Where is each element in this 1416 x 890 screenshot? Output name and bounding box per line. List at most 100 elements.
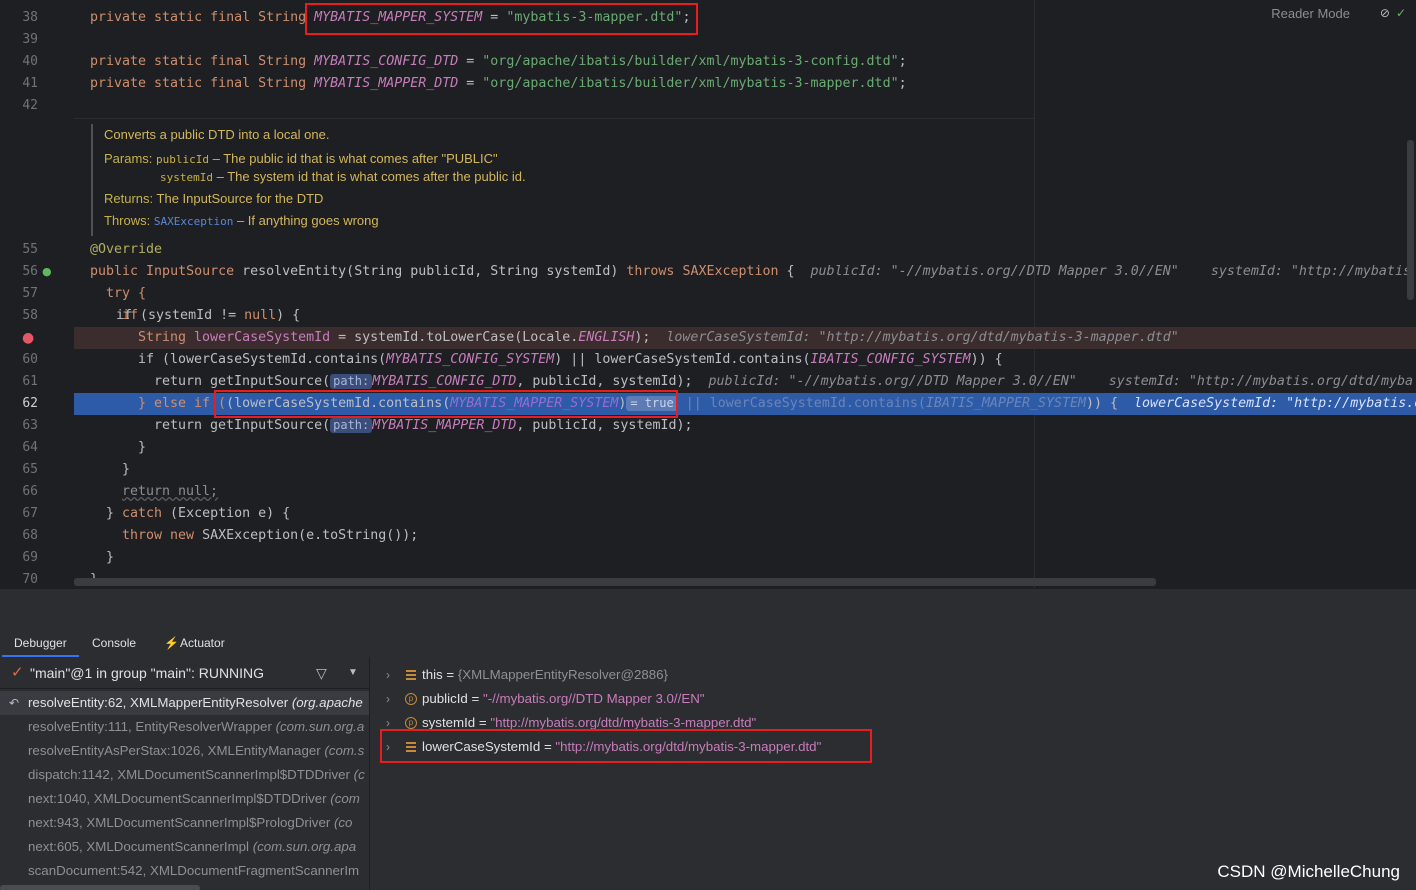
code-field-dimmed: IBATIS_MAPPER_SYSTEM <box>925 396 1086 411</box>
vertical-scrollbar[interactable] <box>1407 140 1414 300</box>
stack-frame[interactable]: next:1040, XMLDocumentScannerImpl$DTDDri… <box>0 787 369 811</box>
code-line-38[interactable]: private static final String MYBATIS_MAPP… <box>74 7 1416 29</box>
chevron-down-icon[interactable]: ▼ <box>348 657 358 689</box>
code-text: if (lowerCaseSystemId.contains( <box>138 352 387 367</box>
code-line-56[interactable]: public InputSource resolveEntity(String … <box>74 261 1416 283</box>
frame-package: (com.s <box>324 743 365 758</box>
tab-actuator[interactable]: ⚡ Actuator <box>164 629 237 657</box>
code-field: IBATIS_CONFIG_SYSTEM <box>810 352 971 367</box>
field-icon <box>405 669 417 681</box>
code-keyword: private static final String <box>90 54 315 69</box>
code-type: String <box>138 330 195 345</box>
chevron-right-icon[interactable]: › <box>386 663 390 687</box>
parameter-hint: path: <box>330 418 373 433</box>
code-line-65[interactable]: } <box>74 459 1416 481</box>
code-line-64[interactable]: } <box>74 437 1416 459</box>
tab-console[interactable]: Console <box>80 629 148 657</box>
horizontal-scrollbar[interactable] <box>74 578 1156 586</box>
line-number: 66 <box>22 484 38 499</box>
tab-debugger[interactable]: Debugger <box>2 629 79 657</box>
code-text: SAXException(e.toString()); <box>194 528 419 543</box>
code-line-60[interactable]: if (lowerCaseSystemId.contains(MYBATIS_C… <box>74 349 1416 371</box>
code-text: ) <box>618 396 627 411</box>
line-number: 38 <box>22 10 38 25</box>
frame-package: (org.apache <box>291 695 363 710</box>
frame-package: (c <box>353 767 365 782</box>
frame-method: scanDocument:542, XMLDocumentFragmentSca… <box>28 863 360 878</box>
code-line-41[interactable]: private static final String MYBATIS_MAPP… <box>74 73 1416 95</box>
chevron-right-icon[interactable]: › <box>386 711 390 735</box>
code-line-63[interactable]: return getInputSource(path: MYBATIS_MAPPE… <box>74 415 1416 437</box>
code-line-62-execution-point[interactable]: } else if ((lowerCaseSystemId.contains(M… <box>74 393 1416 415</box>
variables-panel[interactable]: › this = {XMLMapperEntityResolver@2886} ›… <box>371 657 1416 890</box>
code-line-67[interactable]: } catch (Exception e) { <box>74 503 1416 525</box>
thread-selector[interactable]: ✓ "main"@1 in group "main": RUNNING ▽ ▼ <box>0 657 369 689</box>
debug-tabs: Debugger Console ⚡ Actuator <box>0 629 1416 657</box>
override-gutter-icon[interactable]: ● <box>42 261 52 283</box>
line-number: 39 <box>22 32 38 47</box>
code-text: ) { <box>276 308 301 323</box>
parameter-icon: p <box>405 717 417 729</box>
field-icon <box>405 741 417 753</box>
line-number: 58 <box>22 308 38 323</box>
code-line-68[interactable]: throw new SAXException(e.toString()); <box>74 525 1416 547</box>
frame-method: next:1040, XMLDocumentScannerImpl$DTDDri… <box>28 791 331 806</box>
code-text: } <box>106 506 123 521</box>
stack-frame-selected[interactable]: ↶ resolveEntity:62, XMLMapperEntityResolv… <box>0 691 369 715</box>
line-number: 60 <box>22 352 38 367</box>
frame-package: (co <box>333 815 353 830</box>
line-number: 41 <box>22 76 38 91</box>
line-number: 40 <box>22 54 38 69</box>
stack-frame[interactable]: resolveEntityAsPerStax:1026, XMLEntityMa… <box>0 739 369 763</box>
line-number-current: 62 <box>22 396 38 411</box>
stack-frame[interactable]: next:943, XMLDocumentScannerImpl$PrologD… <box>0 811 369 835</box>
code-line-55[interactable]: @Override <box>74 239 1416 261</box>
stack-frame[interactable]: dispatch:1142, XMLDocumentScannerImpl$DT… <box>0 763 369 787</box>
stack-frame[interactable]: scanDocument:542, XMLDocumentFragmentSca… <box>0 859 369 883</box>
line-number: 56 <box>22 264 38 279</box>
doc-summary: Converts a public DTD into a local one. <box>104 127 330 142</box>
line-gutter[interactable]: 38 39 40 41 42 55 56 ● 57 58 ● 60 61 62 … <box>0 0 72 588</box>
doc-param-desc: – The public id that is what comes after… <box>209 151 498 166</box>
doc-throws-desc: – If anything goes wrong <box>233 213 379 228</box>
line-number: 69 <box>22 550 38 565</box>
check-icon: ✓ <box>11 664 24 681</box>
doc-returns-label: Returns: <box>104 191 154 206</box>
code-line-69[interactable]: } <box>74 547 1416 569</box>
frames-panel[interactable]: ✓ "main"@1 in group "main": RUNNING ▽ ▼ … <box>0 657 370 890</box>
code-text: = <box>482 10 507 25</box>
code-type: SAXException <box>674 264 779 279</box>
chevron-right-icon[interactable]: › <box>386 687 390 711</box>
code-editor[interactable]: 38 39 40 41 42 55 56 ● 57 58 ● 60 61 62 … <box>0 0 1416 588</box>
doc-params: Params: publicId – The public id that is… <box>104 151 498 166</box>
doc-throws-link[interactable]: SAXException <box>154 215 233 228</box>
code-line-40[interactable]: private static final String MYBATIS_CONF… <box>74 51 1416 73</box>
variable-name: this <box>422 667 443 682</box>
code-line-66[interactable]: return null; <box>74 481 1416 503</box>
code-line-61[interactable]: return getInputSource(path: MYBATIS_CONFI… <box>74 371 1416 393</box>
code-text: String publicId, String systemId) <box>354 264 627 279</box>
filter-icon[interactable]: ▽ <box>316 657 327 689</box>
javadoc-rendered[interactable]: Converts a public DTD into a local one. … <box>74 118 1034 238</box>
stack-frame[interactable]: next:605, XMLDocumentScannerImpl (com.su… <box>0 835 369 859</box>
chevron-right-icon[interactable]: › <box>386 735 390 759</box>
line-number: 64 <box>22 440 38 455</box>
watermark: CSDN @MichelleChung <box>1217 862 1400 881</box>
code-text: = systemId.toLowerCase(Locale. <box>330 330 579 345</box>
code-keyword: try { <box>106 286 147 301</box>
stack-frame[interactable]: resolveEntity:111, EntityResolverWrapper… <box>0 715 369 739</box>
code-line-59[interactable]: String lowerCaseSystemId = systemId.toLo… <box>74 327 1416 349</box>
code-line-58[interactable]: ifif (systemId != null) { <box>74 305 1416 327</box>
doc-param-desc: – The system id that is what comes after… <box>212 169 526 184</box>
javadoc-bar <box>91 124 93 236</box>
frame-package: (com.sun.org.apa <box>252 839 357 854</box>
code-type: InputSource <box>146 264 235 279</box>
breakpoint-icon[interactable]: ● <box>22 327 34 349</box>
variable-name: systemId <box>422 715 476 730</box>
code-string: "org/apache/ibatis/builder/xml/mybatis-3… <box>482 76 899 91</box>
code-line-57[interactable]: try { <box>74 283 1416 305</box>
code-keyword: catch <box>122 506 163 521</box>
frames-horizontal-scrollbar[interactable] <box>0 885 200 890</box>
code-text: ; <box>898 54 907 69</box>
debug-tool-window[interactable]: Debugger Console ⚡ Actuator ✓ "main"@1 in… <box>0 588 1416 890</box>
